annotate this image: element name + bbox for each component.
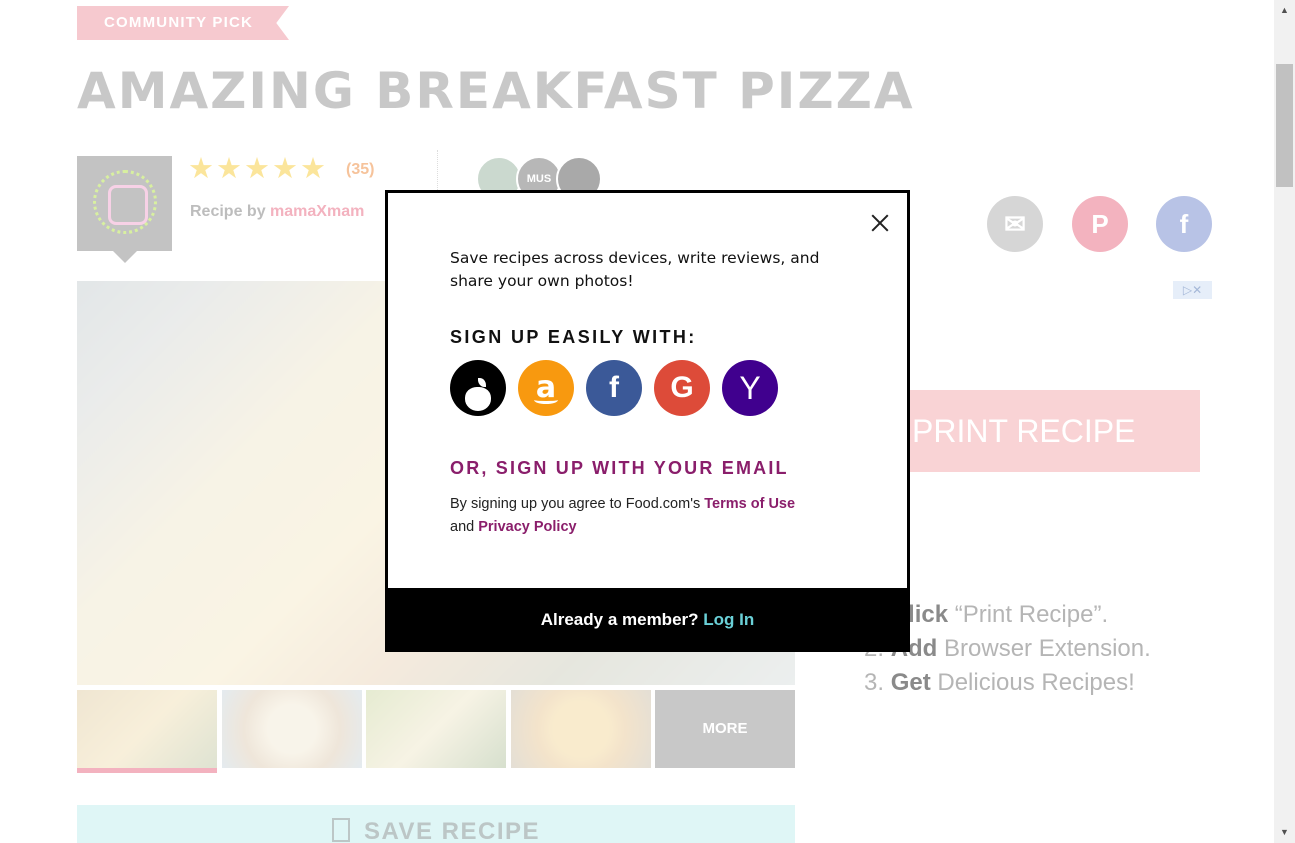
scroll-up-arrow-icon[interactable]: ▲ — [1274, 2, 1295, 19]
ad-choices-icon[interactable]: ▷✕ — [1173, 281, 1212, 299]
apple-signin-button[interactable] — [450, 360, 506, 416]
save-recipe-label: SAVE RECIPE — [363, 818, 541, 843]
scroll-down-arrow-icon[interactable]: ▼ — [1274, 824, 1295, 841]
signup-modal: Save recipes across devices, write revie… — [385, 190, 910, 652]
log-in-link[interactable]: Log In — [703, 610, 754, 629]
modal-intro-text: Save recipes across devices, write revie… — [450, 249, 820, 290]
terms-prefix: By signing up you agree to Food.com's — [450, 496, 701, 512]
recipe-by: Recipe by mamaXmam — [190, 203, 364, 221]
privacy-policy-link[interactable]: Privacy Policy — [478, 519, 576, 535]
facebook-signin-button[interactable]: f — [586, 360, 642, 416]
pinterest-share-button[interactable]: P — [1072, 196, 1128, 252]
apple-icon — [465, 378, 491, 411]
facebook-share-button[interactable]: f — [1156, 196, 1212, 252]
email-signup-link[interactable]: OR, SIGN UP WITH YOUR EMAIL — [450, 458, 789, 479]
google-signin-button[interactable]: G — [654, 360, 710, 416]
more-photos-button[interactable]: MORE — [655, 690, 795, 768]
photo-thumbnail[interactable] — [77, 690, 217, 768]
close-icon[interactable] — [868, 211, 892, 235]
amazon-signin-button[interactable]: a — [518, 360, 574, 416]
email-share-button[interactable]: ✉ — [987, 196, 1043, 252]
yahoo-icon: Y — [739, 370, 761, 406]
recipe-title: AMAZING BREAKFAST PIZZA — [77, 62, 915, 120]
google-icon: G — [670, 371, 694, 404]
terms-and: and — [450, 519, 475, 535]
print-recipe-ad-button[interactable]: PRINT RECIPE — [862, 390, 1200, 472]
facebook-icon: f — [609, 371, 619, 404]
rating-count[interactable]: (35) — [346, 161, 374, 179]
photo-thumbnail[interactable] — [366, 690, 506, 768]
scroll-thumb[interactable] — [1276, 64, 1293, 187]
author-link[interactable]: mamaXmam — [270, 203, 364, 220]
photo-thumbnail[interactable] — [222, 690, 362, 768]
terms-of-use-link[interactable]: Terms of Use — [704, 496, 795, 512]
signup-heading: SIGN UP EASILY WITH: — [450, 327, 697, 347]
already-member-text: Already a member? — [540, 610, 699, 629]
ad-step: 3. Get Delicious Recipes! — [864, 669, 1135, 696]
save-recipe-button[interactable]: SAVE RECIPE — [77, 805, 795, 843]
bookmark-icon — [331, 818, 350, 842]
avatar-art — [93, 170, 157, 234]
pinterest-icon: P — [1091, 209, 1109, 239]
author-avatar[interactable] — [77, 156, 172, 263]
yahoo-signin-button[interactable]: Y — [722, 360, 778, 416]
photo-thumbnail[interactable] — [511, 690, 651, 768]
modal-footer: Already a member? Log In — [385, 588, 910, 652]
recipe-by-label: Recipe by — [190, 203, 266, 220]
vertical-scrollbar[interactable]: ▲ ▼ — [1274, 0, 1295, 843]
rating-stars[interactable]: ★★★★★ — [188, 151, 328, 186]
amazon-smile-icon — [534, 396, 558, 404]
envelope-icon: ✉ — [1004, 209, 1026, 239]
terms-text: By signing up you agree to Food.com's Te… — [450, 493, 860, 539]
selected-thumbnail-indicator — [77, 768, 217, 773]
facebook-icon: f — [1179, 209, 1189, 239]
community-pick-badge: COMMUNITY PICK — [77, 6, 289, 40]
